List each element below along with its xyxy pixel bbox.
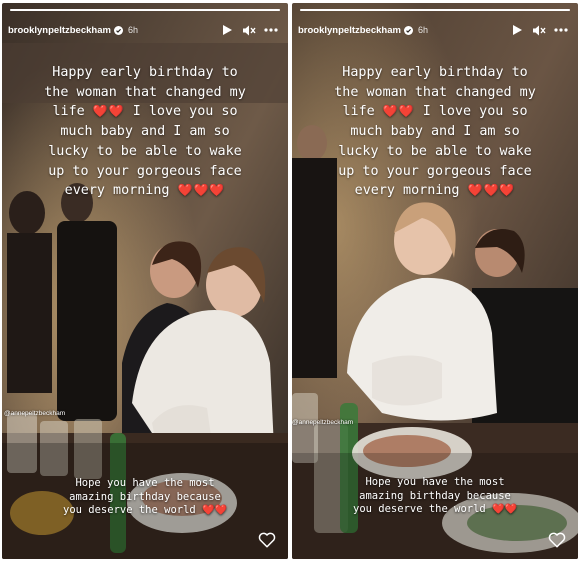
story-progress-bar (10, 9, 280, 11)
caption-line: life (52, 104, 85, 120)
story-progress-fill (10, 9, 280, 11)
story-caption: Happy early birthday to the woman that c… (2, 63, 288, 201)
story-age: 6h (127, 25, 138, 35)
story-panel-left[interactable]: brooklynpeltzbeckham 6h Happy early birt… (2, 3, 288, 559)
caption-line: you deserve the world (63, 504, 196, 517)
caption-line: every morning (354, 183, 460, 199)
caption-line: I love you so (422, 104, 528, 120)
caption-line: Happy early birthday to (342, 65, 528, 80)
caption-line: much baby and I am so (60, 124, 230, 140)
story-bottom-caption: Hope you have the most amazing birthday … (2, 477, 288, 518)
heart-emoji-icon: ❤️❤️❤️ (177, 183, 226, 198)
caption-line: the woman that changed my (44, 84, 246, 100)
play-icon[interactable] (508, 21, 526, 39)
muted-speaker-icon[interactable] (240, 21, 258, 39)
caption-line: every morning (64, 183, 170, 199)
caption-line: up to your gorgeous face (48, 163, 242, 179)
caption-line: you deserve the world (353, 503, 486, 516)
story-username[interactable]: brooklynpeltzbeckham (8, 25, 111, 36)
caption-line: Happy early birthday to (52, 65, 238, 80)
caption-line: up to your gorgeous face (338, 163, 532, 179)
heart-emoji-icon: ❤️❤️❤️ (467, 183, 516, 198)
story-header: brooklynpeltzbeckham 6h (298, 17, 570, 43)
caption-line: Hope you have the most (75, 477, 215, 489)
verified-badge-icon (113, 25, 123, 35)
caption-line: lucky to be able to wake (338, 143, 532, 159)
story-panel-right[interactable]: brooklynpeltzbeckham 6h Happy early birt… (292, 3, 578, 559)
caption-line: I love you so (132, 104, 238, 120)
heart-emoji-icon: ❤️❤️ (492, 504, 517, 516)
caption-line: the woman that changed my (334, 84, 536, 100)
more-dots-icon[interactable] (262, 21, 280, 39)
heart-outline-icon[interactable] (548, 531, 566, 549)
story-bottom-caption: Hope you have the most amazing birthday … (292, 476, 578, 517)
verified-badge-icon (403, 25, 413, 35)
heart-emoji-icon: ❤️❤️ (202, 505, 227, 517)
story-progress-fill (300, 9, 570, 11)
caption-line: lucky to be able to wake (48, 143, 242, 159)
caption-line: amazing birthday because (359, 489, 511, 502)
caption-line: much baby and I am so (350, 124, 520, 140)
story-progress-bar (300, 9, 570, 11)
caption-line: life (342, 104, 375, 120)
muted-speaker-icon[interactable] (530, 21, 548, 39)
play-icon[interactable] (218, 21, 236, 39)
heart-emoji-icon: ❤️❤️ (92, 104, 125, 119)
story-caption: Happy early birthday to the woman that c… (292, 63, 578, 201)
story-age: 6h (417, 25, 428, 35)
story-header: brooklynpeltzbeckham 6h (8, 17, 280, 43)
caption-line: amazing birthday because (69, 490, 221, 503)
mention-tag[interactable]: @annepeltzbeckham (292, 419, 353, 426)
heart-outline-icon[interactable] (258, 531, 276, 549)
mention-tag[interactable]: @annepeltzbeckham (4, 410, 65, 417)
heart-emoji-icon: ❤️❤️ (382, 104, 415, 119)
caption-line: Hope you have the most (365, 476, 505, 488)
story-username[interactable]: brooklynpeltzbeckham (298, 25, 401, 36)
more-dots-icon[interactable] (552, 21, 570, 39)
